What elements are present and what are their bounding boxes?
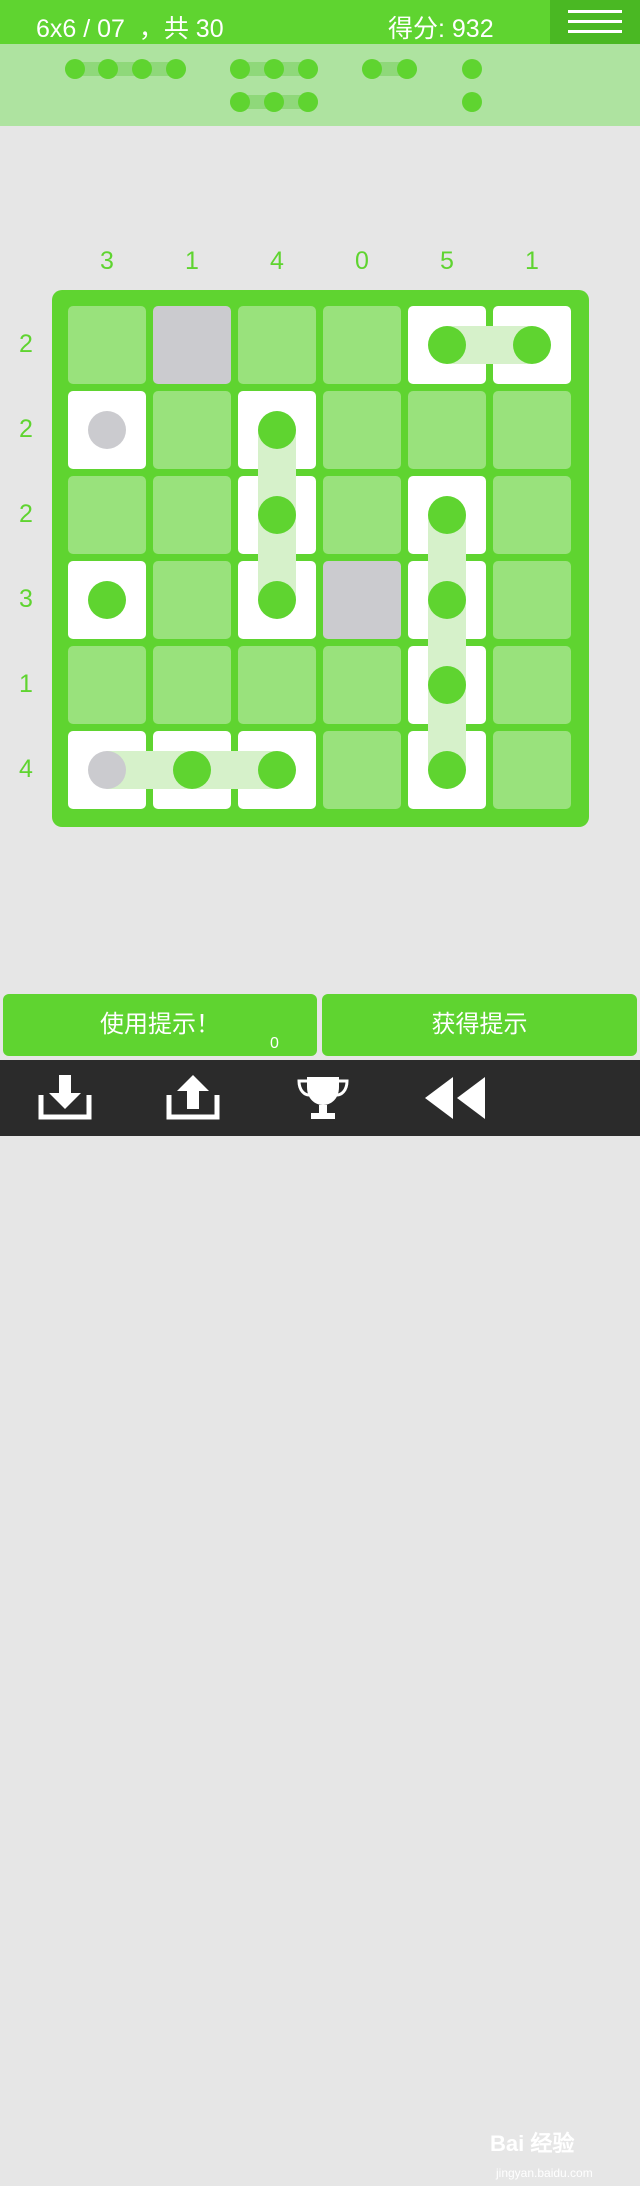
ship-dot [166,59,186,79]
column-clue: 1 [185,247,199,275]
ship-dot [298,92,318,112]
menu-icon-line [568,30,622,33]
grey-peg [88,751,126,789]
menu-button[interactable] [550,0,640,44]
grey-peg [88,411,126,449]
column-clue: 5 [440,247,454,275]
board-cell[interactable] [238,306,316,384]
board-cell[interactable] [493,646,571,724]
ship-dot [264,92,284,112]
board-cell[interactable] [153,561,231,639]
ship-peg [428,666,466,704]
column-clue: 3 [100,247,114,275]
row-clue: 2 [19,330,33,358]
watermark-url: jingyan.baidu.com [496,2166,593,2180]
ship-dot [230,92,250,112]
ship-peg [258,581,296,619]
puzzle-board [52,290,589,827]
ship-peg [258,751,296,789]
ship-peg [173,751,211,789]
ship-dot [298,59,318,79]
board-cell[interactable] [153,646,231,724]
board-cell[interactable] [408,391,486,469]
column-clue: 0 [355,247,369,275]
score-display: 得分: 932 [388,15,494,43]
get-hint-label: 获得提示 [431,1011,528,1038]
row-clue: 2 [19,415,33,443]
board-cell[interactable] [68,476,146,554]
board-cell[interactable] [493,561,571,639]
board-cell[interactable] [153,476,231,554]
get-hint-button[interactable]: 获得提示 [322,994,637,1056]
trophy-icon[interactable] [270,1060,370,1136]
ship-peg [88,581,126,619]
board-cell[interactable] [68,646,146,724]
board-cell[interactable] [323,306,401,384]
use-hint-label: 使用提示！ [100,1011,220,1038]
ship-peg [428,751,466,789]
ship-connection [428,515,466,770]
board-cell[interactable] [323,646,401,724]
hint-count: 0 [270,1035,279,1052]
download-icon[interactable] [12,1060,112,1136]
board-cell[interactable] [323,476,401,554]
board-cell[interactable] [323,731,401,809]
fleet-ship-3 [230,59,318,79]
upload-icon[interactable] [140,1060,240,1136]
board-cell[interactable] [323,391,401,469]
ship-dot [132,59,152,79]
ship-dot [362,59,382,79]
ship-dot [264,59,284,79]
column-clue: 4 [270,247,284,275]
row-clue: 1 [19,670,33,698]
menu-icon-line [568,20,622,23]
board-cell[interactable] [153,306,231,384]
watermark: Bai 经验 jingyan.baidu.com [490,2126,630,2186]
ship-peg [428,496,466,534]
row-clue: 2 [19,500,33,528]
board-cell[interactable] [68,306,146,384]
top-bar: 6x6 / 07 ，共 30 得分: 932 [0,0,640,44]
board-cell[interactable] [153,391,231,469]
board-cell[interactable] [493,476,571,554]
fleet-ship-2 [362,59,417,79]
ship-dot [65,59,85,79]
rewind-icon[interactable] [398,1060,498,1136]
menu-icon [568,10,622,13]
board-cell[interactable] [238,646,316,724]
ship-peg [428,581,466,619]
board-cell[interactable] [323,561,401,639]
ship-dot [98,59,118,79]
bottom-toolbar: Bai 经验 jingyan.baidu.com [0,1060,640,2180]
watermark-logo: Bai 经验 [490,2131,575,2156]
ship-dot [462,92,482,112]
fleet-ship-1 [462,59,482,79]
ship-dot [230,59,250,79]
ship-peg [258,411,296,449]
column-clue: 1 [525,247,539,275]
ship-peg [513,326,551,364]
ship-peg [428,326,466,364]
ship-dot [462,59,482,79]
board-cell[interactable] [493,391,571,469]
row-clue: 4 [19,755,33,783]
ship-peg [258,496,296,534]
fleet-ship-3 [230,92,318,112]
fleet-legend [0,44,640,126]
row-clue: 3 [19,585,33,613]
level-indicator: 6x6 / 07 ，共 30 [36,15,224,43]
ship-dot [397,59,417,79]
fleet-ship-4 [65,59,186,79]
fleet-ship-1 [462,92,482,112]
board-cell[interactable] [493,731,571,809]
